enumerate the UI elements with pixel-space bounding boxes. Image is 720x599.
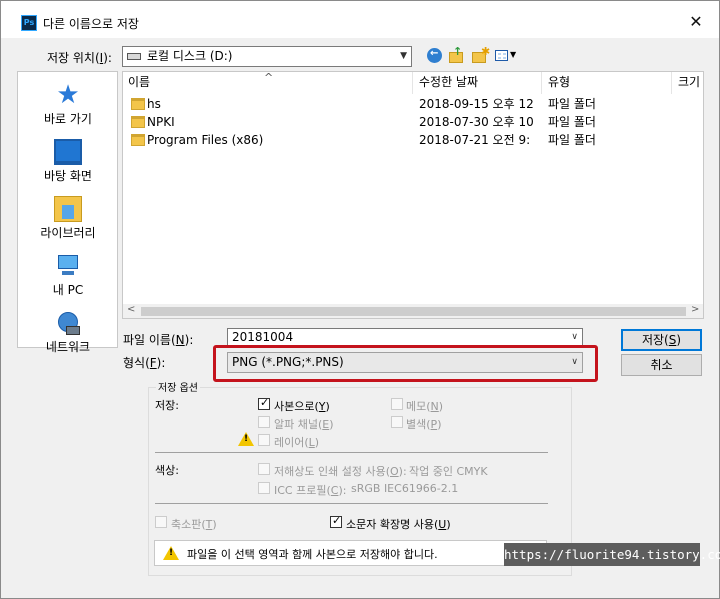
place-quick-access[interactable]: ★ 바로 가기 [18,76,118,132]
folder-icon [131,98,145,110]
scroll-thumb[interactable] [141,307,686,316]
highlight-box [213,345,598,382]
save-options-title: 저장 옵션 [156,379,200,394]
column-header-size[interactable]: 크기 [673,72,703,94]
location-value: 로컬 디스크 (D:) [147,49,233,63]
filename-value: 20181004 [232,330,294,344]
warning-note-text: 파일을 이 선택 영역과 함께 사본으로 저장해야 합니다. [187,548,438,561]
icc-label: ICC 프로필(C): [274,484,347,497]
spot-checkbox[interactable] [391,416,403,428]
lowercase-ext-label: 소문자 확장명 사용(U) [346,518,451,531]
save-button[interactable]: 저장(S) [621,329,702,351]
dialog-title: 다른 이름으로 저장 [43,17,139,31]
save-label: 저장: [155,399,179,412]
computer-icon [54,253,82,279]
as-copy-checkbox[interactable]: ✓ [258,396,270,410]
icc-checkbox[interactable] [258,482,270,494]
horizontal-scrollbar[interactable]: < > [123,304,703,318]
desktop-icon [54,139,82,165]
location-label: 저장 위치(I): [47,51,112,65]
proof-checkbox[interactable] [258,463,270,475]
place-libraries[interactable]: 라이브러리 [18,190,118,246]
divider [155,503,548,504]
column-header-date[interactable]: 수정한 날짜 [414,72,542,94]
place-desktop[interactable]: 바탕 화면 [18,133,118,189]
close-icon[interactable]: ✕ [687,13,705,31]
thumbnail-label: 축소판(T) [171,518,217,531]
title-bar: Ps 다른 이름으로 저장 ✕ [1,1,719,38]
place-this-pc[interactable]: 내 PC [18,247,118,303]
place-label: 네트워크 [45,340,91,354]
file-date: 2018-09-15 오후 12 [419,97,534,111]
file-type: 파일 폴더 [548,133,596,147]
scroll-left-icon[interactable]: < [127,304,135,315]
warning-icon: ! [238,432,254,446]
file-date: 2018-07-30 오후 10 [419,115,534,129]
layers-checkbox[interactable] [258,434,270,446]
file-name: Program Files (x86) [147,133,264,147]
check-icon: ✓ [260,396,270,409]
place-label: 내 PC [52,283,84,297]
file-type: 파일 폴더 [548,115,596,129]
scroll-right-icon[interactable]: > [691,304,699,315]
folder-icon [131,134,145,146]
up-folder-button[interactable]: ↑ [447,45,467,66]
notes-label: 메모(N) [406,400,444,413]
color-label: 색상: [155,464,179,477]
notes-checkbox[interactable] [391,398,403,410]
alpha-label: 알파 채널(E) [274,418,334,431]
as-copy-label: 사본으로(Y) [274,400,330,413]
place-label: 라이브러리 [40,226,96,240]
drive-icon [127,53,141,60]
back-button[interactable]: ← [425,46,445,66]
file-list[interactable]: ^ 이름 수정한 날짜 유형 크기 hs 2018-09-15 오후 12 파일… [122,71,704,319]
watermark-text: https://fluorite94.tistory.com [504,543,720,566]
chevron-down-icon: ∨ [571,332,578,342]
sort-ascending-icon: ^ [264,72,274,84]
warning-note-box: ! 파일을 이 선택 영역과 함께 사본으로 저장해야 합니다. [154,540,547,566]
photoshop-icon: Ps [21,15,37,31]
alpha-checkbox[interactable] [258,416,270,428]
places-sidebar: ★ 바로 가기 바탕 화면 라이브러리 내 PC 네트워크 [17,71,118,354]
format-label: 형식(F): [123,356,166,370]
layers-label: 레이어(L) [274,436,320,449]
view-grid-icon [495,50,508,61]
file-name: NPKI [147,115,175,129]
file-name: hs [147,97,161,111]
folder-icon [131,116,145,128]
check-icon: ✓ [332,514,342,527]
chevron-down-icon: ▼ [400,51,407,61]
proof-label: 저해상도 인쇄 설정 사용(O): [274,465,407,478]
file-type: 파일 폴더 [548,97,596,111]
spot-label: 별색(P) [406,418,442,431]
file-row[interactable]: Program Files (x86) 2018-07-21 오전 9: 파일 … [123,131,703,149]
file-date: 2018-07-21 오전 9: [419,133,531,147]
view-menu-button[interactable]: ▼ [493,46,519,66]
proof-value: 작업 중인 CMYK [409,465,488,478]
column-header-name[interactable]: ^ 이름 [123,72,413,94]
place-network[interactable]: 네트워크 [18,304,118,360]
cancel-button[interactable]: 취소 [621,354,702,376]
column-header-type[interactable]: 유형 [543,72,672,94]
filename-label: 파일 이름(N): [123,333,194,347]
divider [155,452,548,453]
save-as-dialog: Ps 다른 이름으로 저장 ✕ 저장 위치(I): 로컬 디스크 (D:) ▼ … [0,0,720,599]
file-row[interactable]: NPKI 2018-07-30 오후 10 파일 폴더 [123,113,703,131]
location-select[interactable]: 로컬 디스크 (D:) ▼ [122,46,412,67]
place-label: 바로 가기 [44,112,92,126]
place-label: 바탕 화면 [44,169,92,183]
network-icon [54,310,82,336]
lowercase-ext-checkbox[interactable]: ✓ [330,514,342,528]
library-icon [54,196,82,222]
file-row[interactable]: hs 2018-09-15 오후 12 파일 폴더 [123,95,703,113]
warning-icon: ! [163,546,179,560]
star-icon: ★ [56,80,80,110]
new-folder-button[interactable]: ✱ [470,45,490,66]
icc-value: sRGB IEC61966-2.1 [351,482,459,495]
thumbnail-checkbox[interactable] [155,516,167,528]
